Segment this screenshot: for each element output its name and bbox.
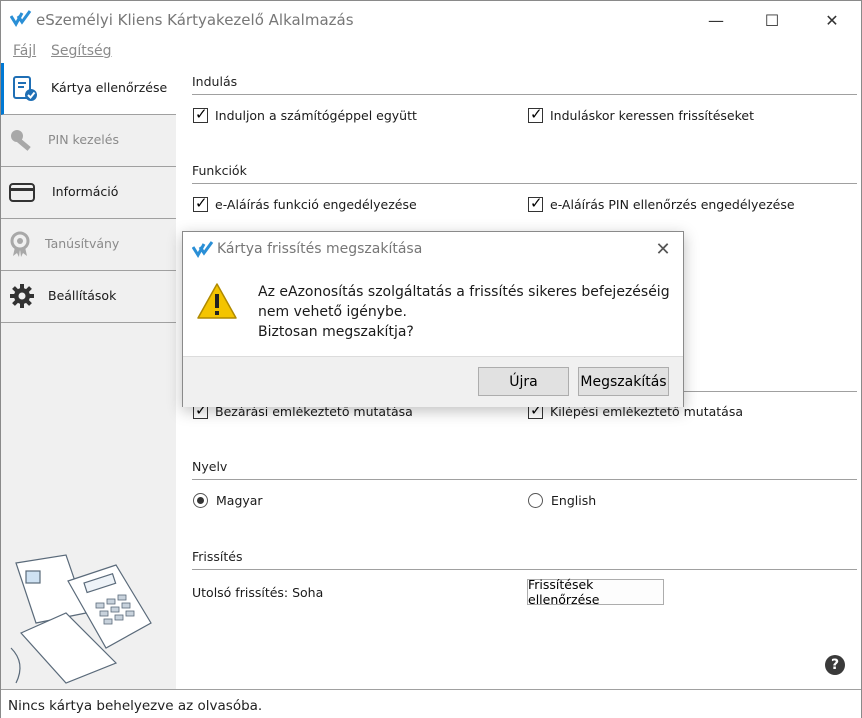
sidebar-item-certificate[interactable]: Tanúsítvány — [1, 219, 176, 271]
esign-enable-label: e-Aláírás funkció engedélyezése — [215, 197, 417, 212]
dialog-close-button[interactable]: ✕ — [653, 238, 673, 260]
sidebar-item-info[interactable]: Információ — [1, 167, 176, 219]
language-hungarian-label: Magyar — [216, 493, 263, 508]
check-updates-on-start-checkbox[interactable]: ✓ — [528, 105, 543, 123]
sidebar-item-pin[interactable]: PIN kezelés — [1, 115, 176, 167]
sidebar-item-label: Beállítások — [48, 288, 117, 303]
maximize-button[interactable]: ☐ — [749, 1, 795, 39]
menu-help[interactable]: Segítség — [51, 43, 112, 59]
menu-file[interactable]: Fájl — [13, 43, 36, 59]
language-hungarian-radio[interactable] — [193, 493, 208, 508]
close-icon: ✕ — [825, 10, 839, 30]
gear-icon — [10, 284, 34, 308]
startup-with-computer-label: Induljon a számítógéppel együtt — [215, 108, 417, 123]
radio-selected-icon — [197, 497, 204, 504]
dialog-message: Az eAzonosítás szolgáltatás a frissítés … — [258, 282, 670, 342]
dialog-message-line: nem vehető igénybe. — [258, 304, 407, 320]
sidebar-item-settings[interactable]: Beállítások — [1, 271, 176, 323]
checkmark-icon: ✓ — [195, 194, 208, 212]
title-bar: eSzemélyi Kliens Kártyakezelő Alkalmazás… — [1, 1, 861, 39]
esign-pin-check-label: e-Aláírás PIN ellenőrzés engedélyezése — [550, 197, 795, 212]
section-startup-title: Indulás — [192, 74, 238, 89]
app-logo-icon — [10, 10, 32, 27]
card-check-icon — [13, 76, 37, 101]
divider — [192, 94, 857, 95]
window-title: eSzemélyi Kliens Kártyakezelő Alkalmazás — [36, 11, 354, 29]
sidebar-item-label: Információ — [52, 184, 119, 199]
sidebar-item-card-check[interactable]: Kártya ellenőrzése — [1, 63, 176, 115]
close-button[interactable]: ✕ — [809, 1, 855, 39]
sidebar: Kártya ellenőrzése PIN kezelés Informáci… — [1, 63, 176, 689]
warning-icon — [197, 283, 237, 319]
key-icon — [11, 130, 31, 151]
maximize-icon: ☐ — [764, 10, 780, 30]
last-update-text: Utolsó frissítés: Soha — [192, 585, 324, 600]
language-english-radio[interactable] — [528, 493, 543, 508]
checkmark-icon: ✓ — [530, 194, 543, 212]
certificate-icon — [10, 231, 30, 257]
help-icon[interactable]: ? — [825, 655, 845, 675]
check-updates-button[interactable]: Frissítések ellenőrzése — [527, 577, 664, 607]
section-language-title: Nyelv — [192, 459, 228, 474]
dialog-message-line: Az eAzonosítás szolgáltatás a frissítés … — [258, 284, 670, 300]
divider — [192, 183, 857, 184]
retry-button[interactable]: Újra — [478, 367, 569, 396]
cancel-button[interactable]: Megszakítás — [578, 367, 669, 396]
sidebar-item-label: Tanúsítvány — [45, 236, 120, 251]
esign-enable-checkbox[interactable]: ✓ — [193, 194, 208, 212]
sidebar-item-label: Kártya ellenőrzése — [51, 80, 168, 95]
section-updates-title: Frissítés — [192, 549, 243, 564]
sidebar-item-label: PIN kezelés — [48, 132, 119, 147]
check-updates-on-start-label: Induláskor keressen frissítéseket — [550, 108, 755, 123]
language-english-label: English — [551, 493, 597, 508]
dialog-footer: Újra Megszakítás — [183, 356, 683, 407]
esign-pin-check-checkbox[interactable]: ✓ — [528, 194, 543, 212]
startup-with-computer-checkbox[interactable]: ✓ — [193, 105, 208, 123]
card-icon — [9, 183, 35, 202]
section-functions-title: Funkciók — [192, 163, 247, 178]
status-text: Nincs kártya behelyezve az olvasóba. — [8, 698, 263, 714]
cancel-update-dialog: Kártya frissítés megszakítása ✕ Az eAzon… — [182, 231, 684, 407]
dialog-message-line: Biztosan megszakítja? — [258, 324, 414, 340]
status-bar: Nincs kártya behelyezve az olvasóba. — [1, 689, 861, 718]
card-reader-illustration — [10, 554, 152, 684]
dialog-title: Kártya frissítés megszakítása — [217, 241, 423, 257]
checkmark-icon: ✓ — [195, 105, 208, 123]
app-logo-icon — [192, 241, 214, 258]
checkmark-icon: ✓ — [530, 105, 543, 123]
minimize-icon: — — [708, 10, 724, 30]
divider — [192, 569, 857, 570]
close-icon: ✕ — [655, 238, 671, 260]
minimize-button[interactable]: — — [693, 1, 739, 39]
divider — [192, 479, 857, 480]
